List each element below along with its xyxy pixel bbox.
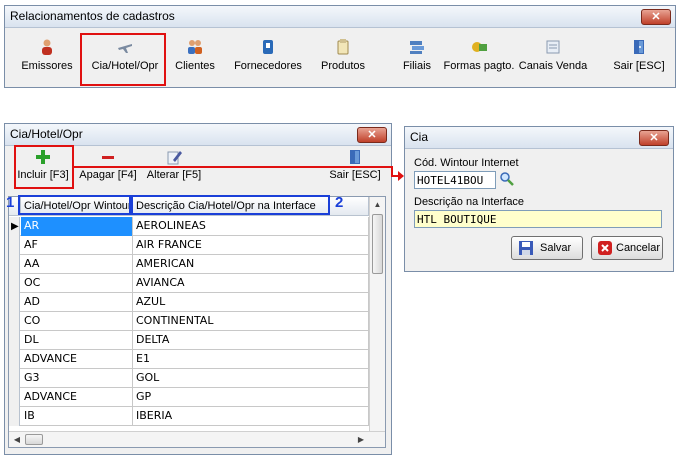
search-icon[interactable] (499, 171, 515, 187)
close-button[interactable]: ✕ (639, 130, 669, 146)
save-button[interactable]: Salvar (511, 236, 583, 260)
cancel-button[interactable]: Cancelar (591, 236, 663, 260)
dialog-title: Cia (410, 130, 429, 144)
code-field[interactable] (414, 171, 496, 189)
description-field[interactable] (414, 210, 662, 228)
code-label: Cód. Wintour Internet (414, 157, 519, 169)
floppy-icon (518, 240, 534, 264)
save-label: Salvar (540, 242, 572, 254)
cancel-icon (597, 240, 613, 264)
dialog-titlebar: Cia (405, 127, 673, 149)
cia-dialog: Cia ✕ Cód. Wintour Internet Descrição na… (404, 126, 674, 272)
description-label: Descrição na Interface (414, 196, 525, 208)
cancel-label: Cancelar (616, 242, 661, 254)
